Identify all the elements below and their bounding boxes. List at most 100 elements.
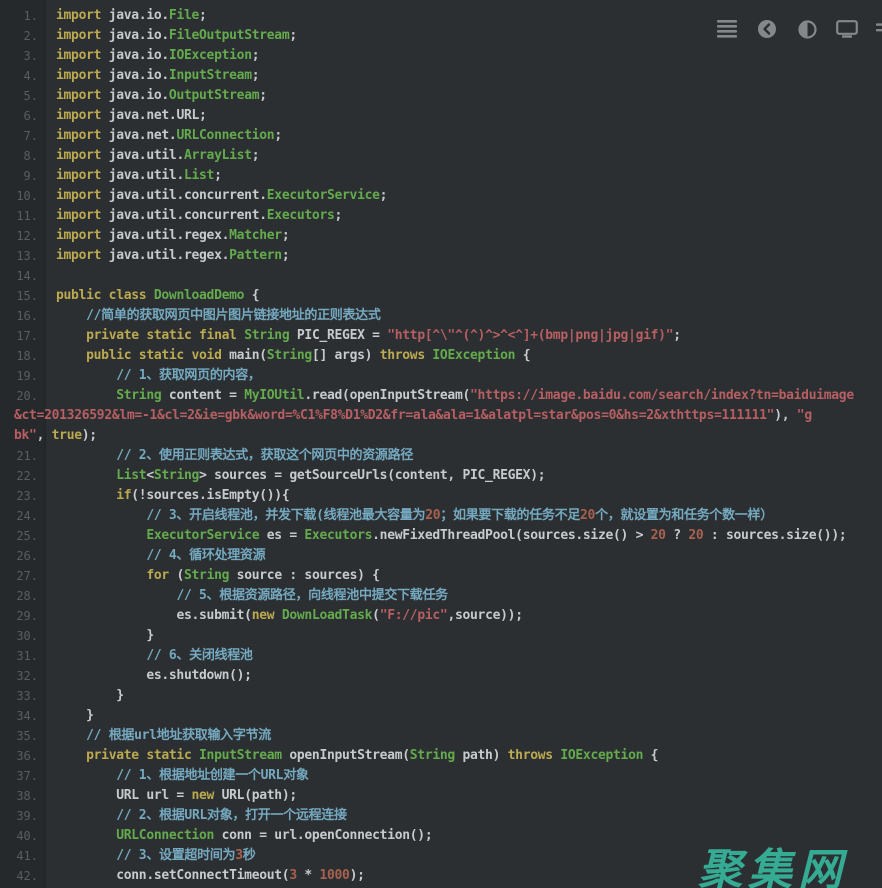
code-text: //简单的获取网页中图片图片链接地址的正则表达式 bbox=[56, 306, 381, 326]
code-line: 26. // 4、循环处理资源 bbox=[0, 546, 882, 566]
line-number: 17. bbox=[0, 326, 38, 346]
line-number: 14. bbox=[0, 266, 38, 286]
code-line: 11. import java.util.concurrent.Executors… bbox=[0, 206, 882, 226]
code-line: 12.import java.util.regex.Matcher; bbox=[0, 226, 882, 246]
line-number: 6. bbox=[0, 106, 38, 126]
code-text: es.shutdown(); bbox=[56, 666, 252, 686]
code-text: // 5、根据资源路径，向线程池中提交下载任务 bbox=[56, 586, 448, 606]
line-number: 2. bbox=[0, 26, 38, 46]
line-number: 10. bbox=[0, 186, 38, 206]
clipped-edge-icon[interactable] bbox=[876, 18, 882, 40]
list-icon[interactable] bbox=[716, 18, 738, 40]
code-line: 37. // 1、根据地址创建一个URL对象 bbox=[0, 766, 882, 786]
code-text: import java.util.regex.Matcher; bbox=[56, 226, 289, 246]
code-editor[interactable]: 1. import java.io.File; 2. import java.io.F… bbox=[0, 0, 882, 888]
code-line: bk", true); bbox=[0, 426, 882, 446]
line-number: 15. bbox=[0, 286, 38, 306]
code-text: // 2、使用正则表达式，获取这个网页中的资源路径 bbox=[56, 446, 413, 466]
code-text: &ct=201326592&lm=-1&cl=2&ie=gbk&word=%C1… bbox=[14, 406, 812, 426]
code-line: 36. private static InputStream openInput… bbox=[0, 746, 882, 766]
line-number: 9. bbox=[0, 166, 38, 186]
code-line: 19. // 1、获取网页的内容， bbox=[0, 366, 882, 386]
code-text: private static InputStream openInputStre… bbox=[56, 746, 658, 766]
code-text: // 3、设置超时间为3秒 bbox=[56, 846, 255, 866]
code-text: import java.io.File; bbox=[56, 6, 207, 26]
code-line: 20. String content = MyIOUtil.read(openI… bbox=[0, 386, 882, 406]
code-line: 3.import java.io.IOException; bbox=[0, 46, 882, 66]
line-number: 13. bbox=[0, 246, 38, 266]
line-number: 16. bbox=[0, 306, 38, 326]
code-text: private static final String PIC_REGEX = … bbox=[56, 326, 681, 346]
code-text: // 1、获取网页的内容， bbox=[56, 366, 261, 386]
code-area: 1. import java.io.File; 2. import java.io.F… bbox=[0, 6, 882, 886]
toolbar bbox=[716, 16, 882, 42]
line-number: 28. bbox=[0, 586, 38, 606]
code-line: 39. // 2、根据URL对象，打开一个远程连接 bbox=[0, 806, 882, 826]
code-text: bk", true); bbox=[14, 426, 97, 446]
code-line: 32. es.shutdown(); bbox=[0, 666, 882, 686]
code-text: for (String source : sources) { bbox=[56, 566, 380, 586]
line-number: 22. bbox=[0, 466, 38, 486]
code-line: 14. bbox=[0, 266, 882, 286]
code-text: URLConnection conn = url.openConnection(… bbox=[56, 826, 432, 846]
line-number: 39. bbox=[0, 806, 38, 826]
line-number: 21. bbox=[0, 446, 38, 466]
line-number: 42. bbox=[0, 866, 38, 886]
code-line: 29. es.submit(new DownLoadTask("F://pic"… bbox=[0, 606, 882, 626]
code-line: 4.import java.io.InputStream; bbox=[0, 66, 882, 86]
back-circle-icon[interactable] bbox=[756, 18, 778, 40]
line-number: 5. bbox=[0, 86, 38, 106]
code-text: conn.setConnectTimeout(3 * 1000); bbox=[56, 866, 365, 886]
monitor-icon[interactable] bbox=[836, 18, 858, 40]
watermark-logo: 聚集网 bbox=[698, 834, 848, 888]
code-text: import java.io.OutputStream; bbox=[56, 86, 267, 106]
line-number: 27. bbox=[0, 566, 38, 586]
code-line: 7.import java.net.URLConnection; bbox=[0, 126, 882, 146]
line-number: 20. bbox=[0, 386, 38, 406]
line-number: 41. bbox=[0, 846, 38, 866]
line-number: 23. bbox=[0, 486, 38, 506]
code-text: import java.util.List; bbox=[56, 166, 222, 186]
line-number: 33. bbox=[0, 686, 38, 706]
code-line: 24. // 3、开启线程池，并发下载(线程池最大容量为20；如果要下载的任务不… bbox=[0, 506, 882, 526]
line-number: 37. bbox=[0, 766, 38, 786]
code-text: import java.util.concurrent.Executors; bbox=[56, 206, 342, 226]
line-number: 40. bbox=[0, 826, 38, 846]
code-text: ExecutorService es = Executors.newFixedT… bbox=[56, 526, 846, 546]
line-number: 32. bbox=[0, 666, 38, 686]
code-line: 31. // 6、关闭线程池 bbox=[0, 646, 882, 666]
code-text: // 根据url地址获取输入字节流 bbox=[56, 726, 271, 746]
code-line: 23. if(!sources.isEmpty()){ bbox=[0, 486, 882, 506]
code-text: import java.util.concurrent.ExecutorServ… bbox=[56, 186, 387, 206]
line-number: 7. bbox=[0, 126, 38, 146]
code-line: 21. // 2、使用正则表达式，获取这个网页中的资源路径 bbox=[0, 446, 882, 466]
code-line: 17. private static final String PIC_REGE… bbox=[0, 326, 882, 346]
line-number: 11. bbox=[0, 206, 38, 226]
code-text: es.submit(new DownLoadTask("F://pic",sou… bbox=[56, 606, 523, 626]
code-line: 16. //简单的获取网页中图片图片链接地址的正则表达式 bbox=[0, 306, 882, 326]
line-number: 35. bbox=[0, 726, 38, 746]
code-text: // 2、根据URL对象，打开一个远程连接 bbox=[56, 806, 347, 826]
code-line: 5. import java.io.OutputStream; bbox=[0, 86, 882, 106]
line-number: 18. bbox=[0, 346, 38, 366]
code-line: 15. public class DownloadDemo { bbox=[0, 286, 882, 306]
line-number: 25. bbox=[0, 526, 38, 546]
line-number: 19. bbox=[0, 366, 38, 386]
code-text: import java.util.ArrayList; bbox=[56, 146, 259, 166]
line-number: 38. bbox=[0, 786, 38, 806]
code-text: } bbox=[56, 626, 154, 646]
code-text: if(!sources.isEmpty()){ bbox=[56, 486, 289, 506]
line-number: 30. bbox=[0, 626, 38, 646]
line-number: 31. bbox=[0, 646, 38, 666]
code-line: 34. } bbox=[0, 706, 882, 726]
code-text: public class DownloadDemo { bbox=[56, 286, 259, 306]
code-text: String content = MyIOUtil.read(openInput… bbox=[56, 386, 854, 406]
code-text: import java.util.regex.Pattern; bbox=[56, 246, 289, 266]
code-line: 6.import java.net.URL; bbox=[0, 106, 882, 126]
line-number: 29. bbox=[0, 606, 38, 626]
line-number: 1. bbox=[0, 6, 38, 26]
code-line: 35. // 根据url地址获取输入字节流 bbox=[0, 726, 882, 746]
contrast-icon[interactable] bbox=[796, 18, 818, 40]
code-text: import java.io.FileOutputStream; bbox=[56, 26, 297, 46]
code-text: // 4、循环处理资源 bbox=[56, 546, 265, 566]
